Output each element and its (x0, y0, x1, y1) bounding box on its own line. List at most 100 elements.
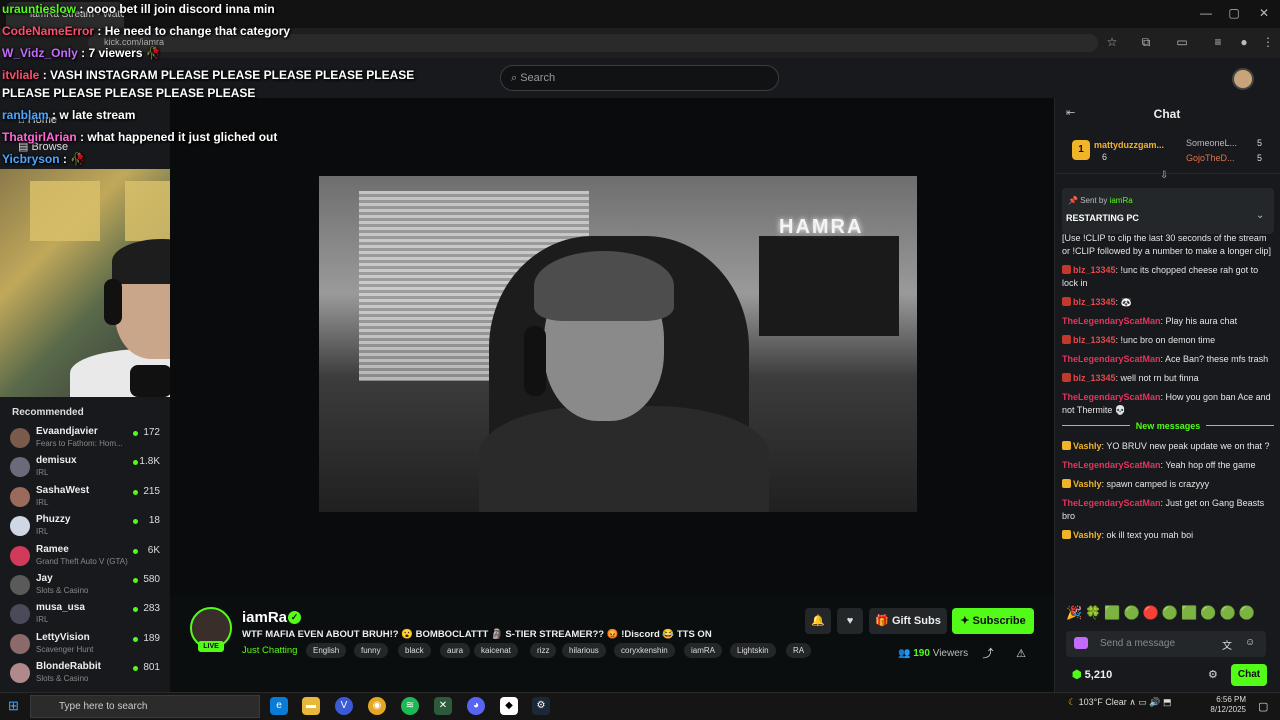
chat-message[interactable]: Vashly: spawn camped is crazyyy (1062, 478, 1274, 491)
extensions-icon[interactable]: ⧉ (1138, 35, 1154, 50)
overlay-username: ranblam (2, 108, 49, 122)
chat-message[interactable]: TheLegendaryScatMan: Ace Ban? these mfs … (1062, 353, 1274, 366)
stream-tag[interactable]: coryxkenshin (614, 643, 675, 658)
chat-username[interactable]: TheLegendaryScatMan (1062, 392, 1161, 402)
leaderboard-third-name[interactable]: GojoTheD... (1186, 153, 1235, 163)
leaderboard-top-name[interactable]: mattyduzzgam... (1094, 140, 1164, 150)
clock[interactable]: 6:56 PM 8/12/2025 (1196, 695, 1246, 715)
steam-icon[interactable]: ⚙ (532, 697, 550, 715)
chat-input[interactable]: Send a message (1066, 631, 1266, 657)
spotify-icon[interactable]: ≋ (401, 697, 419, 715)
chat-username[interactable]: blz_13345 (1073, 335, 1116, 345)
chat-username[interactable]: TheLegendaryScatMan (1062, 460, 1161, 470)
channel-viewers: 801 (143, 662, 160, 674)
stream-tag[interactable]: rizz (530, 643, 557, 658)
pinned-message[interactable]: 📌 Sent by iamRa RESTARTING PC ⌄ (1062, 188, 1274, 234)
recommended-channel[interactable]: Phuzzy IRL 18 (10, 514, 168, 543)
menu-icon[interactable]: ⋮ (1260, 35, 1276, 49)
chat-username[interactable]: blz_13345 (1073, 297, 1116, 307)
stream-tag[interactable]: aura (440, 643, 471, 658)
streamer-name[interactable]: iamRa (242, 609, 287, 626)
recommended-channel[interactable]: SashaWest IRL 215 (10, 485, 168, 514)
chat-message[interactable]: Vashly: YO BRUV new peak update we on th… (1062, 440, 1274, 453)
leaderboard-second-name[interactable]: SomeoneL... (1186, 138, 1237, 148)
chat-message[interactable]: blz_13345: well not rn but finna (1062, 372, 1274, 385)
chat-message[interactable]: blz_13345: !unc its chopped cheese rah g… (1062, 264, 1274, 290)
stream-tag[interactable]: hilarious (562, 643, 606, 658)
search-input[interactable]: ⌕ Search (500, 65, 779, 91)
stream-tag[interactable]: kaicenat (474, 643, 518, 658)
chat-message[interactable]: [Use !CLIP to clip the last 30 seconds o… (1062, 232, 1274, 258)
user-avatar[interactable] (1232, 68, 1254, 90)
recommended-channel[interactable]: Ramee Grand Theft Auto V (GTA) 6K (10, 544, 168, 573)
chrome-icon[interactable]: ◉ (368, 697, 386, 715)
recommended-channel[interactable]: musa_usa IRL 283 (10, 602, 168, 631)
follow-button[interactable]: ♥ (837, 608, 863, 634)
xbox-icon[interactable]: ✕ (434, 697, 452, 715)
stream-category[interactable]: Just Chatting (242, 645, 297, 656)
chat-message[interactable]: TheLegendaryScatMan: Yeah hop off the ga… (1062, 459, 1274, 472)
chat-settings-gear-icon[interactable]: ⚙ (1208, 668, 1218, 681)
roblox-icon[interactable]: ◆ (500, 697, 518, 715)
cast-icon[interactable]: ▭ (1174, 35, 1190, 49)
search-placeholder: Search (520, 72, 556, 84)
chat-username[interactable]: blz_13345 (1073, 265, 1116, 275)
chat-message[interactable]: Vashly: ok ill text you mah boi (1062, 529, 1274, 542)
report-button[interactable]: ⚠ (1010, 643, 1032, 665)
chat-message[interactable]: blz_13345: !unc bro on demon time (1062, 334, 1274, 347)
windows-start-icon[interactable]: ⊞ (8, 698, 19, 714)
reading-list-icon[interactable]: ≡ (1210, 35, 1226, 49)
taskbar-search-input[interactable]: Type here to search (30, 695, 260, 718)
maximize-button[interactable]: ▢ (1224, 6, 1244, 20)
subscribe-button[interactable]: ✦ Subscribe (952, 608, 1034, 634)
vpn-icon[interactable]: V (335, 697, 353, 715)
channel-avatar (10, 545, 30, 566)
discord-icon[interactable]: ◕ (467, 697, 485, 715)
webcam-headset (104, 279, 122, 325)
chat-username[interactable]: TheLegendaryScatMan (1062, 316, 1161, 326)
channel-points[interactable]: ⬢ 5,210 (1072, 668, 1112, 681)
notification-icon[interactable]: ▢ (1258, 700, 1268, 713)
send-chat-button[interactable]: Chat (1231, 664, 1267, 686)
chat-identity-icon[interactable] (1074, 637, 1088, 649)
minimize-button[interactable]: — (1196, 6, 1216, 20)
bookmark-star-icon[interactable]: ☆ (1104, 35, 1120, 49)
chat-message[interactable]: TheLegendaryScatMan: Play his aura chat (1062, 315, 1274, 328)
stream-tag[interactable]: black (398, 643, 431, 658)
leaderboard-expand-icon[interactable]: ⇩ (1160, 170, 1168, 181)
stream-tag[interactable]: funny (354, 643, 388, 658)
recommended-channel[interactable]: Evaandjavier Fears to Fathom: Hom... 172 (10, 426, 168, 455)
chat-message[interactable]: TheLegendaryScatMan: Just get on Gang Be… (1062, 497, 1274, 523)
video-frame[interactable]: HAMRA (319, 176, 917, 512)
stream-tag[interactable]: Lightskin (730, 643, 776, 658)
emoji-icon[interactable]: ☺ (1245, 637, 1255, 648)
close-button[interactable]: ✕ (1254, 6, 1274, 20)
recommended-channel[interactable]: Jay Slots & Casino 580 (10, 573, 168, 602)
share-button[interactable]: ⤴ (977, 643, 999, 665)
recommended-channel[interactable]: BlondeRabbit Slots & Casino 801 (10, 661, 168, 690)
stream-tag[interactable]: iamRA (684, 643, 723, 658)
chat-username[interactable]: Vashly (1073, 530, 1102, 540)
edge-icon[interactable]: e (270, 697, 288, 715)
chat-username[interactable]: TheLegendaryScatMan (1062, 498, 1161, 508)
chevron-down-icon[interactable]: ⌄ (1256, 210, 1264, 221)
chat-message[interactable]: TheLegendaryScatMan: How you gon ban Ace… (1062, 391, 1274, 417)
stream-tag[interactable]: RA (786, 643, 812, 658)
chat-username[interactable]: blz_13345 (1073, 373, 1116, 383)
translate-icon[interactable]: 文 (1222, 637, 1232, 652)
chat-username[interactable]: Vashly (1073, 479, 1102, 489)
emote-bar[interactable]: 🎉🍀🟩🟢🔴🟢🟩🟢🟢🟢 (1066, 605, 1274, 625)
file-explorer-icon[interactable]: ▬ (302, 697, 320, 715)
chat-username[interactable]: TheLegendaryScatMan (1062, 354, 1161, 364)
stream-tag[interactable]: English (306, 643, 347, 658)
channel-category: Fears to Fathom: Hom... (36, 439, 123, 448)
notification-bell-button[interactable]: 🔔 (805, 608, 831, 634)
tray-icons[interactable]: ∧ ▭ 🔊 ⬒ (1127, 697, 1171, 707)
live-dot-icon (133, 519, 138, 525)
profile-icon[interactable]: ● (1236, 35, 1252, 49)
chat-username[interactable]: Vashly (1073, 441, 1102, 451)
chat-message[interactable]: blz_13345: 🐼 (1062, 296, 1274, 309)
gift-subs-button[interactable]: 🎁 Gift Subs (869, 608, 947, 634)
recommended-channel[interactable]: LettyVision Scavenger Hunt 189 (10, 632, 168, 661)
recommended-channel[interactable]: demisux IRL 1.8K (10, 455, 168, 484)
